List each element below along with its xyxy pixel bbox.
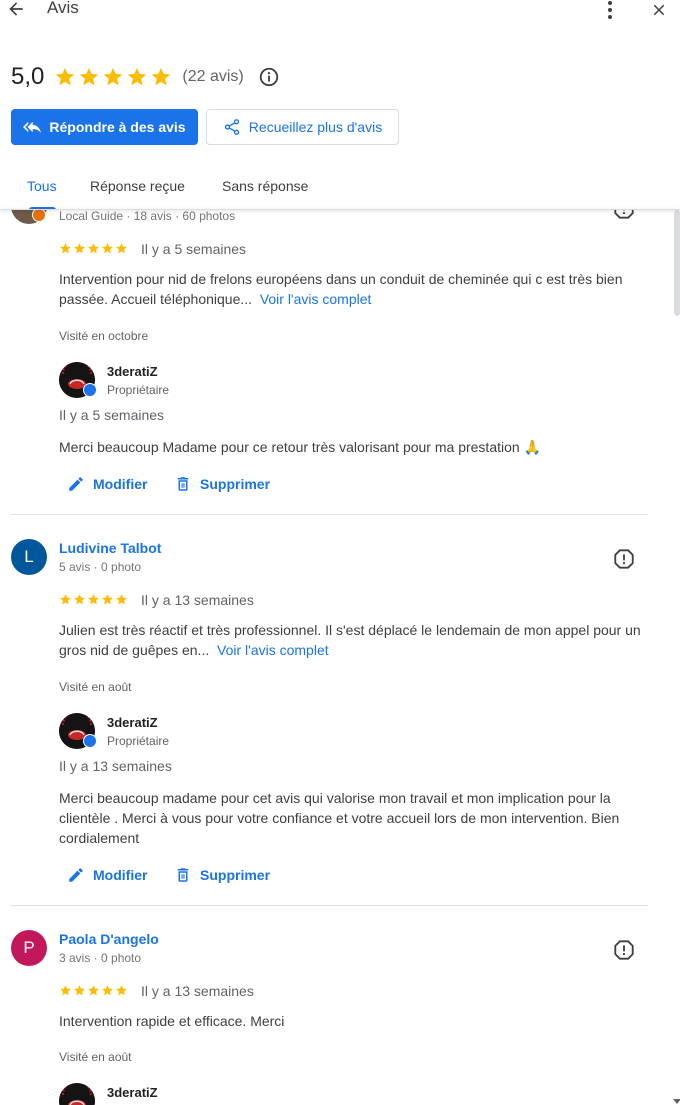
- reply-text: Merci beaucoup Madame pour ce retour trè…: [59, 439, 541, 455]
- trash-icon: [177, 477, 189, 491]
- review-text: Intervention pour nid de frelons europée…: [59, 269, 649, 309]
- review-date: Il y a 13 semaines: [141, 592, 254, 608]
- edit-label: Modifier: [93, 476, 148, 492]
- review-text: Julien est très réactif et très professi…: [59, 620, 649, 660]
- star-icon: [104, 67, 123, 86]
- review-divider: [11, 905, 648, 906]
- info-icon[interactable]: [258, 66, 280, 88]
- edit-reply-button[interactable]: Modifier: [67, 866, 147, 884]
- report-flag-icon[interactable]: [613, 210, 635, 220]
- owner-avatar: [59, 1083, 95, 1105]
- review-divider: [11, 514, 648, 515]
- review-stars: [59, 593, 128, 606]
- star-icon: [80, 67, 99, 86]
- reply-date: Il y a 5 semaines: [59, 407, 165, 423]
- star-icon: [88, 243, 99, 254]
- star-icon: [116, 594, 127, 605]
- tab-answered[interactable]: Réponse reçue: [90, 178, 185, 194]
- pencil-icon: [69, 868, 83, 882]
- owner-name: 3deratiZ: [107, 364, 158, 379]
- see-full-review-link[interactable]: Voir l'avis complet: [260, 291, 372, 307]
- reply-date: Il y a 13 semaines: [59, 758, 172, 774]
- more-options-icon[interactable]: [602, 0, 618, 21]
- edit-label: Modifier: [93, 867, 148, 883]
- delete-label: Supprimer: [200, 867, 271, 883]
- star-icon: [74, 985, 85, 996]
- reviewer-meta: Local Guide · 18 avis · 60 photos: [59, 210, 236, 223]
- star-icon: [116, 243, 127, 254]
- reviewer-avatar[interactable]: P: [11, 930, 47, 966]
- review-date: Il y a 5 semaines: [141, 241, 247, 257]
- reviewer-meta: 3 avis · 0 photo: [59, 951, 142, 965]
- collect-reviews-button[interactable]: Recueillez plus d'avis: [206, 109, 399, 145]
- star-icon: [88, 985, 99, 996]
- reviewer-meta: 5 avis · 0 photo: [59, 560, 142, 574]
- owner-logo-icon: [59, 1083, 95, 1105]
- close-icon[interactable]: [650, 1, 668, 19]
- star-icon: [56, 67, 75, 86]
- visit-date: Visité en août: [59, 680, 132, 694]
- reply-text: Merci beaucoup madame pour cet avis qui …: [59, 790, 620, 846]
- local-guide-badge: [32, 210, 46, 222]
- owner-role: Propriétaire: [107, 383, 170, 397]
- delete-reply-button[interactable]: Supprimer: [174, 866, 270, 884]
- reviewer-name[interactable]: Ludivine Talbot: [59, 540, 161, 556]
- pencil-icon: [69, 477, 83, 491]
- star-icon: [74, 243, 85, 254]
- trash-icon: [177, 868, 189, 882]
- review-stars: [59, 984, 128, 997]
- reviewer-avatar[interactable]: L: [11, 539, 47, 575]
- top-bar: Avis: [0, 0, 680, 22]
- star-icon: [152, 67, 171, 86]
- verified-badge-icon: [83, 734, 97, 748]
- verified-badge-icon: [83, 383, 97, 397]
- back-arrow-icon[interactable]: [6, 0, 26, 20]
- review-count: (22 avis): [182, 68, 244, 85]
- star-icon: [102, 594, 113, 605]
- page-title: Avis: [47, 0, 79, 17]
- review-text: Intervention rapide et efficace. Merci: [59, 1013, 285, 1029]
- star-icon: [102, 243, 113, 254]
- share-icon: [224, 119, 239, 135]
- delete-label: Supprimer: [200, 476, 271, 492]
- star-icon: [74, 594, 85, 605]
- reply-all-icon: [23, 121, 42, 133]
- review-tabs: Tous Réponse reçue Sans réponse: [0, 160, 680, 210]
- visit-date: Visité en août: [59, 1050, 132, 1064]
- edit-reply-button[interactable]: Modifier: [67, 475, 147, 493]
- tab-all[interactable]: Tous: [27, 178, 57, 194]
- star-icon: [116, 985, 127, 996]
- reviewer-name[interactable]: Paola D'angelo: [59, 931, 159, 947]
- report-flag-icon[interactable]: [613, 939, 635, 961]
- reviews-list[interactable]: Local Guide · 18 avis · 60 photos Il y a…: [0, 210, 680, 1105]
- rating-stars: [54, 66, 172, 88]
- average-rating: 5,0: [11, 63, 45, 90]
- reply-to-reviews-label: Répondre à des avis: [49, 119, 186, 135]
- tabs-divider: [0, 209, 680, 210]
- star-icon: [60, 985, 71, 996]
- tab-unanswered[interactable]: Sans réponse: [222, 178, 308, 194]
- owner-name: 3deratiZ: [107, 1085, 158, 1100]
- star-icon: [102, 985, 113, 996]
- scroll-down-icon[interactable]: [672, 1098, 680, 1105]
- star-icon: [60, 243, 71, 254]
- delete-reply-button[interactable]: Supprimer: [174, 475, 270, 493]
- review-stars: [59, 242, 128, 255]
- owner-role: Propriétaire: [107, 734, 170, 748]
- reply-to-reviews-button[interactable]: Répondre à des avis: [11, 109, 198, 145]
- rating-summary: 5,0 (22 avis): [11, 60, 280, 94]
- review-date: Il y a 13 semaines: [141, 983, 254, 999]
- report-flag-icon[interactable]: [613, 548, 635, 570]
- see-full-review-link[interactable]: Voir l'avis complet: [217, 642, 329, 658]
- star-icon: [88, 594, 99, 605]
- scrollbar-thumb[interactable]: [674, 210, 680, 316]
- star-icon: [60, 594, 71, 605]
- star-icon: [128, 67, 147, 86]
- visit-date: Visité en octobre: [59, 329, 149, 343]
- owner-name: 3deratiZ: [107, 715, 158, 730]
- collect-reviews-label: Recueillez plus d'avis: [248, 119, 383, 135]
- review-text-body: Julien est très réactif et très professi…: [59, 622, 641, 658]
